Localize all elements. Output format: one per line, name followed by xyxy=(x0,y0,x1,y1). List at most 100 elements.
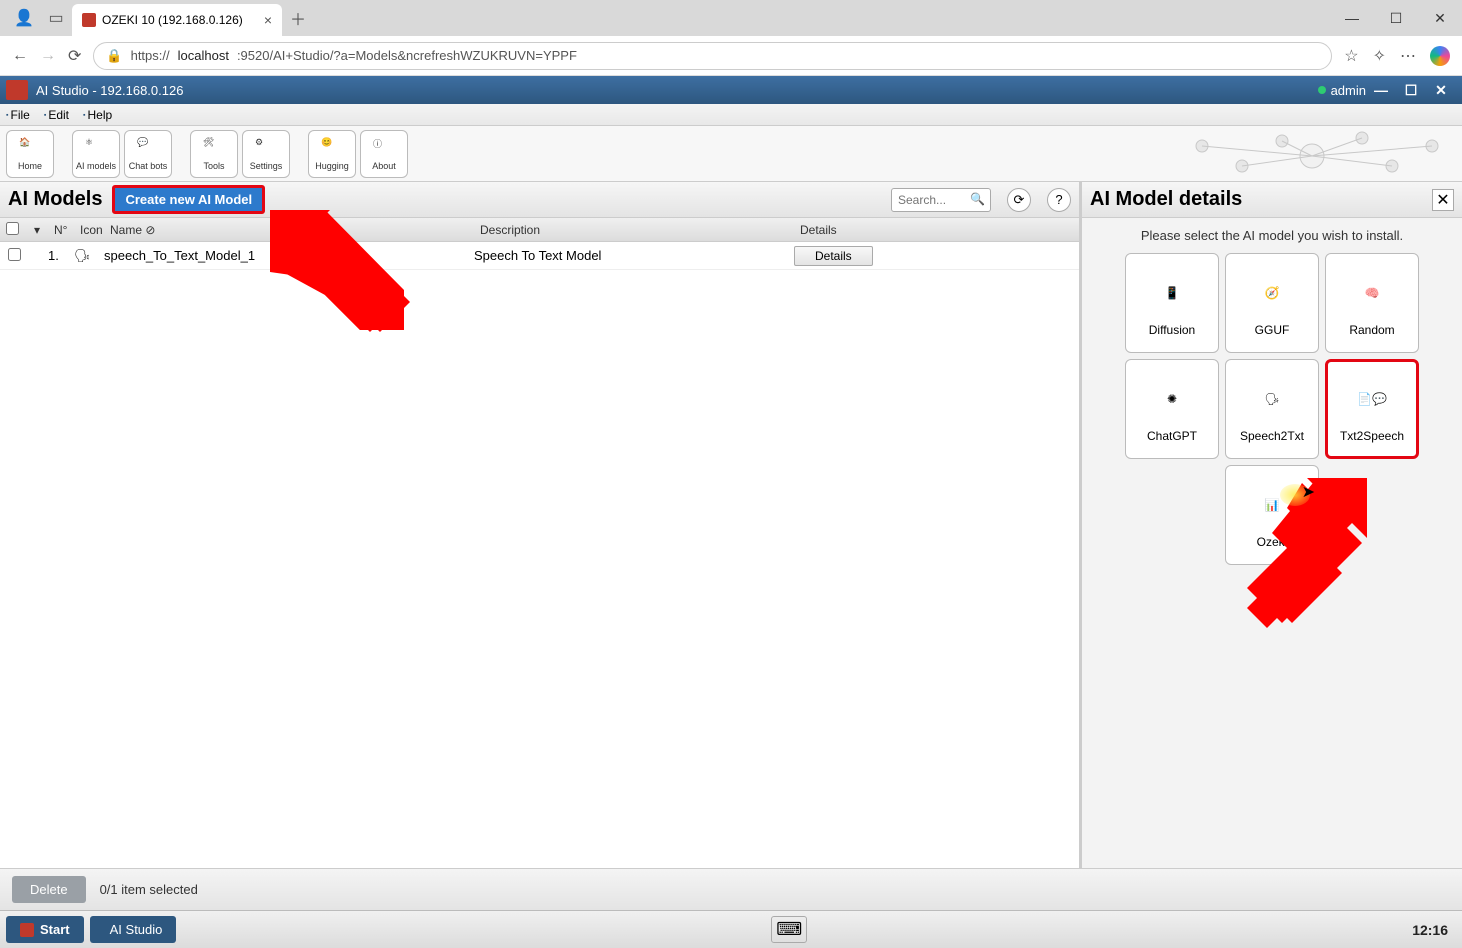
app-maximize-icon[interactable]: ☐ xyxy=(1396,82,1426,99)
row-checkbox[interactable] xyxy=(8,248,21,261)
url-prefix: https:// xyxy=(131,48,170,63)
menu-edit[interactable]: Edit xyxy=(44,108,69,122)
col-details[interactable]: Details xyxy=(794,223,1079,237)
user-label[interactable]: admin xyxy=(1331,83,1366,98)
reload-button[interactable]: ⟳ xyxy=(1007,188,1031,212)
start-button[interactable]: Start xyxy=(6,916,84,943)
close-tab-icon[interactable]: × xyxy=(264,12,272,28)
taskbar: Start AI Studio ⌨ 12:16 xyxy=(0,910,1462,948)
model-gguf[interactable]: 🧭GGUF xyxy=(1225,253,1319,353)
model-random[interactable]: 🧠Random xyxy=(1325,253,1419,353)
chat-bots-button[interactable]: 💬Chat bots xyxy=(124,130,172,178)
random-icon: 🧠 xyxy=(1348,269,1396,317)
status-online-icon xyxy=(1318,86,1326,94)
window-maximize-icon[interactable]: ☐ xyxy=(1374,0,1418,36)
app-close-icon[interactable]: ✕ xyxy=(1426,82,1456,99)
app-logo-icon xyxy=(6,80,28,100)
model-grid: 📱Diffusion 🧭GGUF 🧠Random ✺ChatGPT 🗣Speec… xyxy=(1082,253,1462,565)
tools-button[interactable]: 🛠Tools xyxy=(190,130,238,178)
home-label: Home xyxy=(18,161,42,171)
taskbar-app-button[interactable]: AI Studio xyxy=(90,916,177,943)
right-panel-header: AI Model details ✕ xyxy=(1082,182,1462,218)
left-panel-title: AI Models xyxy=(8,188,102,211)
chatgpt-icon: ✺ xyxy=(1148,375,1196,423)
favorites-icon[interactable]: ✧ xyxy=(1373,46,1386,66)
keyboard-icon[interactable]: ⌨ xyxy=(771,916,807,943)
model-diffusion[interactable]: 📱Diffusion xyxy=(1125,253,1219,353)
settings-button[interactable]: ⚙Settings xyxy=(242,130,290,178)
gguf-icon: 🧭 xyxy=(1248,269,1296,317)
model-txt2speech[interactable]: 📄💬Txt2Speech xyxy=(1325,359,1419,459)
diffusion-icon: 📱 xyxy=(1148,269,1196,317)
close-panel-button[interactable]: ✕ xyxy=(1432,189,1454,211)
delete-button[interactable]: Delete xyxy=(12,876,86,903)
speech2txt-icon: 🗣 xyxy=(1248,375,1296,423)
txt2speech-icon: 📄💬 xyxy=(1348,375,1396,423)
menu-bar: File Edit Help xyxy=(0,104,1462,126)
table-header: ▾ N° Icon Name ⊘ Description Details xyxy=(0,218,1079,242)
model-details-panel: AI Model details ✕ Please select the AI … xyxy=(1082,182,1462,868)
about-label: About xyxy=(372,161,396,171)
forward-icon: → xyxy=(40,47,56,65)
favorite-star-icon[interactable]: ☆ xyxy=(1344,46,1358,66)
url-rest: :9520/AI+Studio/?a=Models&ncrefreshWZUKR… xyxy=(237,48,577,63)
app-title: AI Studio - 192.168.0.126 xyxy=(36,83,1318,98)
ai-models-button[interactable]: ⚛AI models xyxy=(72,130,120,178)
home-button[interactable]: 🏠Home xyxy=(6,130,54,178)
window-close-icon[interactable]: ✕ xyxy=(1418,0,1462,36)
col-number[interactable]: N° xyxy=(48,223,74,237)
help-button[interactable]: ? xyxy=(1047,188,1071,212)
table-row[interactable]: 1. 🗣 speech_To_Text_Model_1 Speech To Te… xyxy=(0,242,1079,270)
profile-icon[interactable]: 👤 xyxy=(8,4,40,32)
row-desc: Speech To Text Model xyxy=(474,248,794,263)
select-all-checkbox[interactable] xyxy=(6,222,19,235)
lock-icon: 🔒 xyxy=(106,48,122,64)
app-minimize-icon[interactable]: — xyxy=(1366,82,1396,99)
more-icon[interactable]: ⋯ xyxy=(1400,46,1416,66)
menu-help[interactable]: Help xyxy=(83,108,112,122)
url-input[interactable]: 🔒 https:// localhost :9520/AI+Studio/?a=Mo… xyxy=(93,42,1332,70)
ozeki-icon: 📊 xyxy=(1248,481,1296,529)
selection-status: 0/1 item selected xyxy=(100,882,198,897)
sort-icon: ⊘ xyxy=(145,223,155,237)
settings-label: Settings xyxy=(250,161,283,171)
chevron-down-icon[interactable]: ▾ xyxy=(28,223,48,237)
about-button[interactable]: ⓘAbout xyxy=(360,130,408,178)
model-chatgpt[interactable]: ✺ChatGPT xyxy=(1125,359,1219,459)
new-tab-button[interactable]: ＋ xyxy=(282,4,314,32)
ai-models-panel: AI Models Create new AI Model 🔍 ⟳ ? ▾ N°… xyxy=(0,182,1082,868)
network-graphic-icon xyxy=(1172,126,1452,182)
menu-file[interactable]: File xyxy=(6,108,30,122)
install-hint: Please select the AI model you wish to i… xyxy=(1082,218,1462,253)
col-description[interactable]: Description xyxy=(474,223,794,237)
right-panel-title: AI Model details xyxy=(1090,188,1432,211)
hugging-button[interactable]: 😊Hugging xyxy=(308,130,356,178)
window-minimize-icon[interactable]: — xyxy=(1330,0,1374,36)
tab-favicon xyxy=(82,13,96,27)
details-button[interactable]: Details xyxy=(794,246,873,266)
model-speech2txt[interactable]: 🗣Speech2Txt xyxy=(1225,359,1319,459)
refresh-icon[interactable]: ⟳ xyxy=(68,46,81,66)
chat-label: Chat bots xyxy=(129,161,168,171)
browser-tab[interactable]: OZEKI 10 (192.168.0.126) × xyxy=(72,4,282,36)
col-icon[interactable]: Icon xyxy=(74,223,104,237)
models-label: AI models xyxy=(76,161,116,171)
tabs-overview-icon[interactable]: ▭ xyxy=(40,4,72,32)
browser-address-bar: ← → ⟳ 🔒 https:// localhost :9520/AI+Studio… xyxy=(0,36,1462,76)
clock: 12:16 xyxy=(1412,922,1456,938)
browser-tab-strip: 👤 ▭ OZEKI 10 (192.168.0.126) × ＋ — ☐ ✕ xyxy=(0,0,1462,36)
create-new-model-button[interactable]: Create new AI Model xyxy=(112,185,265,214)
row-name: speech_To_Text_Model_1 xyxy=(104,248,474,263)
footer-bar: Delete 0/1 item selected xyxy=(0,868,1462,910)
col-name[interactable]: Name ⊘ xyxy=(104,223,474,237)
search-icon[interactable]: 🔍 xyxy=(970,192,985,206)
back-icon[interactable]: ← xyxy=(12,47,28,65)
row-number: 1. xyxy=(48,248,74,263)
copilot-icon[interactable] xyxy=(1430,46,1450,66)
app-title-bar: AI Studio - 192.168.0.126 admin — ☐ ✕ xyxy=(0,76,1462,104)
start-icon xyxy=(20,923,34,937)
model-ozeki[interactable]: 📊Ozeki xyxy=(1225,465,1319,565)
tools-label: Tools xyxy=(203,161,224,171)
url-host: localhost xyxy=(178,48,229,63)
left-panel-header: AI Models Create new AI Model 🔍 ⟳ ? xyxy=(0,182,1079,218)
